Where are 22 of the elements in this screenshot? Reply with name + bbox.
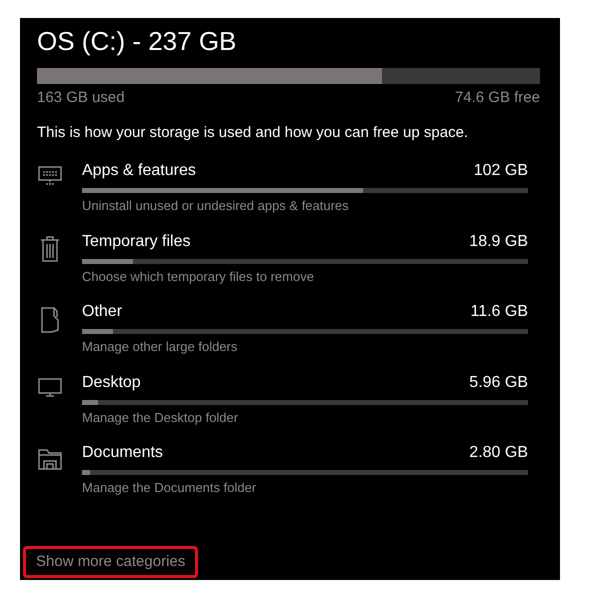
category-name[interactable]: Apps & features bbox=[82, 160, 196, 182]
category-name[interactable]: Temporary files bbox=[82, 230, 190, 252]
category-description: Manage the Desktop folder bbox=[82, 408, 240, 427]
keyboard-monitor-icon bbox=[37, 164, 63, 188]
category-name[interactable]: Desktop bbox=[82, 372, 141, 394]
category-size: 102 GB bbox=[474, 161, 528, 181]
category-description: Choose which temporary files to remove bbox=[82, 268, 315, 286]
free-label: 74.6 GB free bbox=[454, 88, 540, 108]
intro-text: This is how your storage is used and how you can free up space. bbox=[37, 122, 470, 142]
category-description: Manage the Documents folder bbox=[82, 479, 258, 497]
category-size: 5.96 GB bbox=[469, 372, 528, 392]
used-label: 163 GB used bbox=[37, 88, 125, 108]
category-name[interactable]: Other bbox=[82, 301, 122, 323]
category-size: 11.6 GB bbox=[470, 302, 528, 322]
category-description: Uninstall unused or undesired apps & features bbox=[82, 197, 350, 215]
show-more-link[interactable]: Show more categories bbox=[23, 546, 198, 578]
category-size: 18.9 GB bbox=[469, 232, 528, 252]
drive-title: OS (C:) - 237 GB bbox=[37, 25, 238, 57]
category-size: 2.80 GB bbox=[469, 443, 528, 463]
category-name[interactable]: Documents bbox=[82, 442, 163, 464]
monitor-icon bbox=[37, 376, 63, 400]
category-description: Manage other large folders bbox=[82, 338, 238, 356]
